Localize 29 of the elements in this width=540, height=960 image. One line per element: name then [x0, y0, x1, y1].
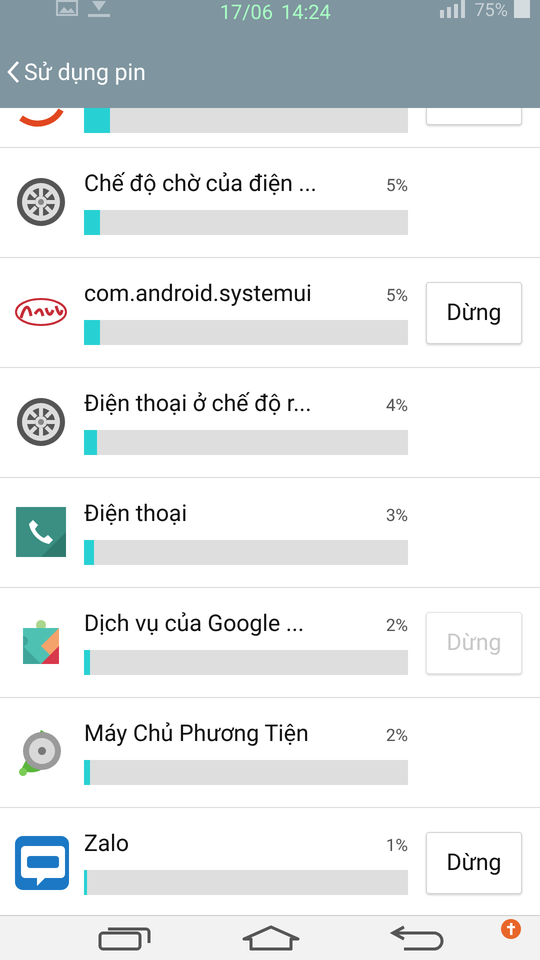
- usage-percent: 2%: [386, 616, 408, 636]
- back-icon[interactable]: [390, 925, 444, 951]
- app-name: Máy Chủ Phương Tiện: [84, 720, 309, 747]
- app-name: Zalo: [84, 830, 130, 857]
- download-icon: [86, 0, 112, 18]
- recent-apps-icon[interactable]: [98, 925, 152, 951]
- stop-button[interactable]: Dừng: [426, 282, 522, 344]
- app-name: Chế độ chờ của điện ...: [84, 170, 317, 197]
- stop-button[interactable]: Dừng: [426, 832, 522, 894]
- usage-percent: 3%: [386, 506, 408, 526]
- home-icon[interactable]: [242, 925, 300, 951]
- usage-percent: 5%: [386, 176, 408, 196]
- chat-bubble-icon: [15, 836, 69, 890]
- notification-badge-icon: [500, 918, 522, 940]
- phone-icon: [15, 506, 69, 560]
- status-date: 17/06: [220, 0, 273, 24]
- battery-percent: 75%: [474, 0, 508, 21]
- usage-percent: 1%: [386, 836, 408, 856]
- usage-percent: 4%: [386, 396, 408, 416]
- chevron-icon: [6, 60, 20, 84]
- status-time: 14:24: [280, 0, 331, 24]
- usage-percent: 2%: [386, 726, 408, 746]
- battery-icon: [514, 0, 530, 18]
- usage-percent: 5%: [386, 286, 408, 306]
- app-name: com.android.systemui: [84, 280, 312, 307]
- app-name: Điện thoại ở chế độ r...: [84, 390, 312, 417]
- image-icon: [56, 0, 78, 16]
- app-name: Điện thoại: [84, 500, 188, 527]
- app-name: Dịch vụ của Google ...: [84, 610, 304, 637]
